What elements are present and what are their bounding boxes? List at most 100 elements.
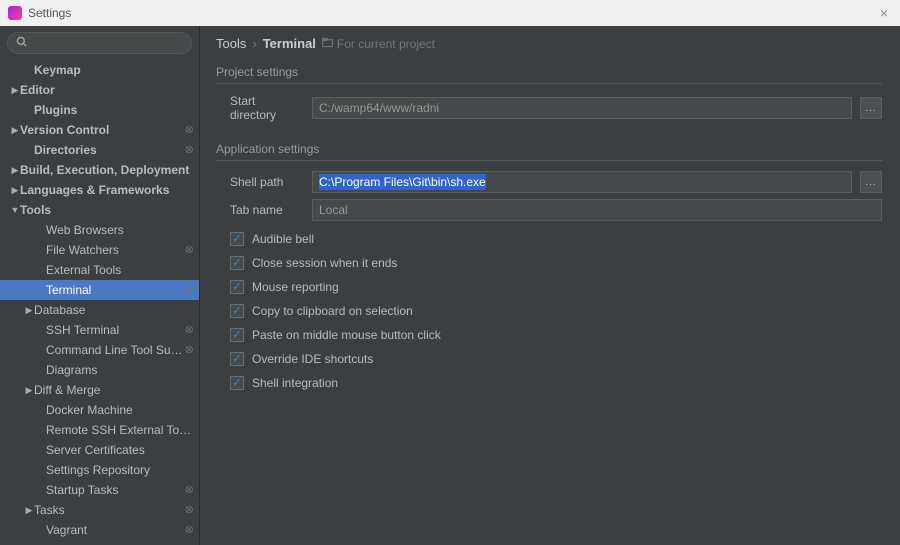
chevron-icon: ▶ bbox=[10, 185, 20, 196]
sidebar-item-label: Directories bbox=[34, 143, 185, 157]
sidebar-item-settings-repository[interactable]: Settings Repository bbox=[0, 460, 199, 480]
checkbox-label: Shell integration bbox=[252, 376, 338, 390]
breadcrumb-sep: › bbox=[252, 36, 256, 51]
chevron-icon: ▶ bbox=[24, 385, 34, 396]
sidebar-item-directories[interactable]: Directories⭙ bbox=[0, 140, 199, 160]
chevron-icon: ▶ bbox=[24, 505, 34, 516]
search-icon bbox=[16, 36, 27, 50]
section-project-settings: Project settings bbox=[216, 65, 882, 84]
breadcrumb-part: Tools bbox=[216, 36, 246, 51]
app-icon bbox=[8, 6, 22, 20]
sidebar-item-terminal[interactable]: Terminal⭙ bbox=[0, 280, 199, 300]
project-scope-icon: ⭙ bbox=[185, 525, 193, 536]
checkbox-label: Close session when it ends bbox=[252, 256, 397, 270]
sidebar-item-label: File Watchers bbox=[46, 243, 185, 257]
sidebar-item-web-browsers[interactable]: Web Browsers bbox=[0, 220, 199, 240]
breadcrumb-part: Terminal bbox=[263, 36, 316, 51]
sidebar-item-label: Version Control bbox=[20, 123, 185, 137]
field-shell-path: Shell path C:\Program Files\Git\bin\sh.e… bbox=[216, 171, 882, 193]
project-scope-icon: ⭙ bbox=[185, 285, 193, 296]
sidebar-item-label: Web Browsers bbox=[46, 223, 193, 237]
sidebar-item-label: Remote SSH External Tools bbox=[46, 423, 193, 437]
sidebar-item-database[interactable]: ▶Database bbox=[0, 300, 199, 320]
checkbox-row: ✓ Audible bell bbox=[216, 227, 882, 251]
chevron-icon: ▶ bbox=[10, 165, 20, 176]
checkbox-label: Paste on middle mouse button click bbox=[252, 328, 441, 342]
sidebar-item-label: Diagrams bbox=[46, 363, 193, 377]
window-title: Settings bbox=[28, 6, 71, 20]
project-scope-icon: ⭙ bbox=[185, 485, 193, 496]
checkbox[interactable]: ✓ bbox=[230, 232, 244, 246]
close-icon[interactable]: × bbox=[876, 5, 892, 21]
sidebar-item-label: Build, Execution, Deployment bbox=[20, 163, 193, 177]
sidebar-item-tasks[interactable]: ▶Tasks⭙ bbox=[0, 500, 199, 520]
project-scope-label: For current project bbox=[322, 37, 435, 51]
checkbox-row: ✓ Override IDE shortcuts bbox=[216, 347, 882, 371]
checkbox[interactable]: ✓ bbox=[230, 352, 244, 366]
sidebar-item-editor[interactable]: ▶Editor bbox=[0, 80, 199, 100]
breadcrumb: Tools › Terminal For current project bbox=[216, 36, 882, 51]
sidebar-item-file-watchers[interactable]: File Watchers⭙ bbox=[0, 240, 199, 260]
chevron-icon: ▶ bbox=[24, 305, 34, 316]
checkbox-label: Copy to clipboard on selection bbox=[252, 304, 413, 318]
sidebar-item-label: Settings Repository bbox=[46, 463, 193, 477]
browse-button[interactable]: ... bbox=[860, 171, 882, 193]
sidebar-item-label: Command Line Tool Support bbox=[46, 343, 185, 357]
checkbox-label: Mouse reporting bbox=[252, 280, 339, 294]
checkbox[interactable]: ✓ bbox=[230, 280, 244, 294]
settings-content: Tools › Terminal For current project Pro… bbox=[200, 26, 900, 545]
settings-tree: Keymap▶EditorPlugins▶Version Control⭙Dir… bbox=[0, 60, 199, 545]
chevron-icon: ▶ bbox=[10, 125, 20, 136]
sidebar-item-command-line-tool-support[interactable]: Command Line Tool Support⭙ bbox=[0, 340, 199, 360]
sidebar-item-startup-tasks[interactable]: Startup Tasks⭙ bbox=[0, 480, 199, 500]
project-scope-icon: ⭙ bbox=[185, 345, 193, 356]
sidebar-item-label: Editor bbox=[20, 83, 193, 97]
checkbox[interactable]: ✓ bbox=[230, 256, 244, 270]
tab-name-input[interactable] bbox=[312, 199, 882, 221]
project-scope-icon: ⭙ bbox=[185, 505, 193, 516]
checkbox-label: Override IDE shortcuts bbox=[252, 352, 373, 366]
sidebar-item-diff-merge[interactable]: ▶Diff & Merge bbox=[0, 380, 199, 400]
sidebar-item-languages-frameworks[interactable]: ▶Languages & Frameworks bbox=[0, 180, 199, 200]
sidebar-item-docker-machine[interactable]: Docker Machine bbox=[0, 400, 199, 420]
browse-button[interactable]: ... bbox=[860, 97, 882, 119]
sidebar-item-label: Languages & Frameworks bbox=[20, 183, 193, 197]
checkbox-label: Audible bell bbox=[252, 232, 314, 246]
sidebar-item-label: Database bbox=[34, 303, 193, 317]
field-label: Shell path bbox=[216, 175, 304, 189]
sidebar-item-label: Docker Machine bbox=[46, 403, 193, 417]
search-input[interactable] bbox=[7, 32, 192, 54]
checkbox[interactable]: ✓ bbox=[230, 376, 244, 390]
sidebar-item-remote-ssh-external-tools[interactable]: Remote SSH External Tools bbox=[0, 420, 199, 440]
sidebar-item-label: Terminal bbox=[46, 283, 185, 297]
sidebar-item-server-certificates[interactable]: Server Certificates bbox=[0, 440, 199, 460]
shell-path-input[interactable]: C:\Program Files\Git\bin\sh.exe bbox=[312, 171, 852, 193]
field-label: Start directory bbox=[216, 94, 304, 122]
checkbox-row: ✓ Copy to clipboard on selection bbox=[216, 299, 882, 323]
sidebar-item-external-tools[interactable]: External Tools bbox=[0, 260, 199, 280]
sidebar-item-label: Startup Tasks bbox=[46, 483, 185, 497]
sidebar-item-tools[interactable]: ▼Tools bbox=[0, 200, 199, 220]
checkbox-row: ✓ Mouse reporting bbox=[216, 275, 882, 299]
section-application-settings: Application settings bbox=[216, 142, 882, 161]
sidebar-item-plugins[interactable]: Plugins bbox=[0, 100, 199, 120]
sidebar-item-diagrams[interactable]: Diagrams bbox=[0, 360, 199, 380]
search-field[interactable] bbox=[33, 36, 188, 50]
sidebar-item-ssh-terminal[interactable]: SSH Terminal⭙ bbox=[0, 320, 199, 340]
sidebar-item-vagrant[interactable]: Vagrant⭙ bbox=[0, 520, 199, 540]
sidebar-item-label: SSH Terminal bbox=[46, 323, 185, 337]
project-scope-icon bbox=[322, 37, 333, 51]
field-start-directory: Start directory ... bbox=[216, 94, 882, 122]
sidebar-item-build-execution-deployment[interactable]: ▶Build, Execution, Deployment bbox=[0, 160, 199, 180]
sidebar-item-label: Vagrant bbox=[46, 523, 185, 537]
sidebar-item-version-control[interactable]: ▶Version Control⭙ bbox=[0, 120, 199, 140]
checkbox-row: ✓ Shell integration bbox=[216, 371, 882, 395]
sidebar-item-label: Tasks bbox=[34, 503, 185, 517]
sidebar-item-label: Plugins bbox=[34, 103, 193, 117]
checkbox-row: ✓ Close session when it ends bbox=[216, 251, 882, 275]
checkbox[interactable]: ✓ bbox=[230, 328, 244, 342]
checkbox[interactable]: ✓ bbox=[230, 304, 244, 318]
settings-sidebar: Keymap▶EditorPlugins▶Version Control⭙Dir… bbox=[0, 26, 200, 545]
start-directory-input[interactable] bbox=[312, 97, 852, 119]
sidebar-item-keymap[interactable]: Keymap bbox=[0, 60, 199, 80]
